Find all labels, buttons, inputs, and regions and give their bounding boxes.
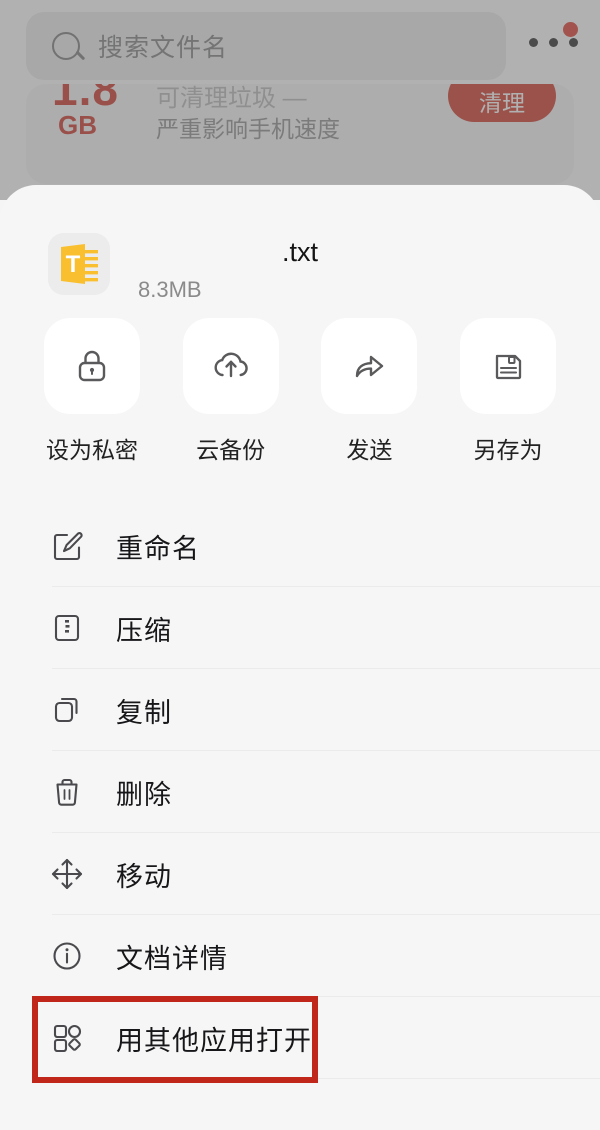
file-name: .txt xyxy=(281,237,318,267)
menu-item-document-details[interactable]: 文档详情 xyxy=(0,915,600,997)
cloud-upload-icon xyxy=(214,352,248,378)
menu-item-label: 移动 xyxy=(116,861,172,892)
lock-icon xyxy=(78,350,106,382)
pencil-square-icon xyxy=(48,527,86,565)
move-arrows-icon xyxy=(48,855,86,893)
menu-item-compress[interactable]: 压缩 xyxy=(0,587,600,669)
trash-icon xyxy=(48,773,86,811)
menu-item-move[interactable]: 移动 xyxy=(0,833,600,915)
dim-overlay[interactable] xyxy=(0,0,600,200)
menu-item-label: 删除 xyxy=(116,779,172,810)
quick-action-save-as[interactable]: 另存为 xyxy=(459,318,556,465)
quick-actions-row: 设为私密 云备份 发送 另存为 xyxy=(0,318,600,465)
zip-compress-icon xyxy=(48,609,86,647)
menu-item-label: 文档详情 xyxy=(116,943,228,974)
quick-action-send[interactable]: 发送 xyxy=(321,318,418,465)
menu-item-label: 复制 xyxy=(116,697,172,728)
quick-action-label: 云备份 xyxy=(196,437,266,463)
quick-action-card[interactable] xyxy=(321,318,418,414)
quick-action-set-private[interactable]: 设为私密 xyxy=(44,318,140,465)
file-menu-list: 重命名 压缩 复制 删除 移动 文档详情 用其他应用打开 xyxy=(0,505,600,1079)
quick-action-card[interactable] xyxy=(182,318,279,414)
floppy-save-icon xyxy=(495,354,522,380)
copy-icon xyxy=(48,691,86,729)
info-circle-icon xyxy=(48,937,86,975)
file-size: 8.3MB xyxy=(138,277,202,302)
menu-item-label: 用其他应用打开 xyxy=(116,1025,312,1056)
share-arrow-icon xyxy=(356,355,384,378)
menu-item-rename[interactable]: 重命名 xyxy=(0,505,600,587)
quick-action-card[interactable] xyxy=(459,318,556,414)
quick-action-label: 设为私密 xyxy=(46,437,138,463)
menu-item-copy[interactable]: 复制 xyxy=(0,669,600,751)
phone-screen: 搜索文件名 1.8 GB 可清理垃圾 — 严重影响手机速度 清理 xyxy=(0,0,600,1130)
menu-item-label: 压缩 xyxy=(116,615,172,646)
apps-grid-icon xyxy=(48,1019,86,1057)
file-action-sheet: T .txt 8.3MB 设为私密 云备份 发送 另存为 重命名 压缩 复制 删… xyxy=(0,185,600,1130)
menu-item-delete[interactable]: 删除 xyxy=(0,751,600,833)
file-header: T .txt 8.3MB xyxy=(0,185,600,310)
quick-action-label: 另存为 xyxy=(473,437,543,463)
list-separator xyxy=(52,1078,600,1079)
menu-item-open-with-other-app[interactable]: 用其他应用打开 xyxy=(0,997,600,1079)
menu-item-label: 重命名 xyxy=(116,533,200,564)
quick-action-label: 发送 xyxy=(346,437,393,463)
quick-action-card[interactable] xyxy=(44,318,140,414)
background-app-layer: 搜索文件名 1.8 GB 可清理垃圾 — 严重影响手机速度 清理 xyxy=(0,0,600,200)
quick-action-cloud-backup[interactable]: 云备份 xyxy=(182,318,279,465)
